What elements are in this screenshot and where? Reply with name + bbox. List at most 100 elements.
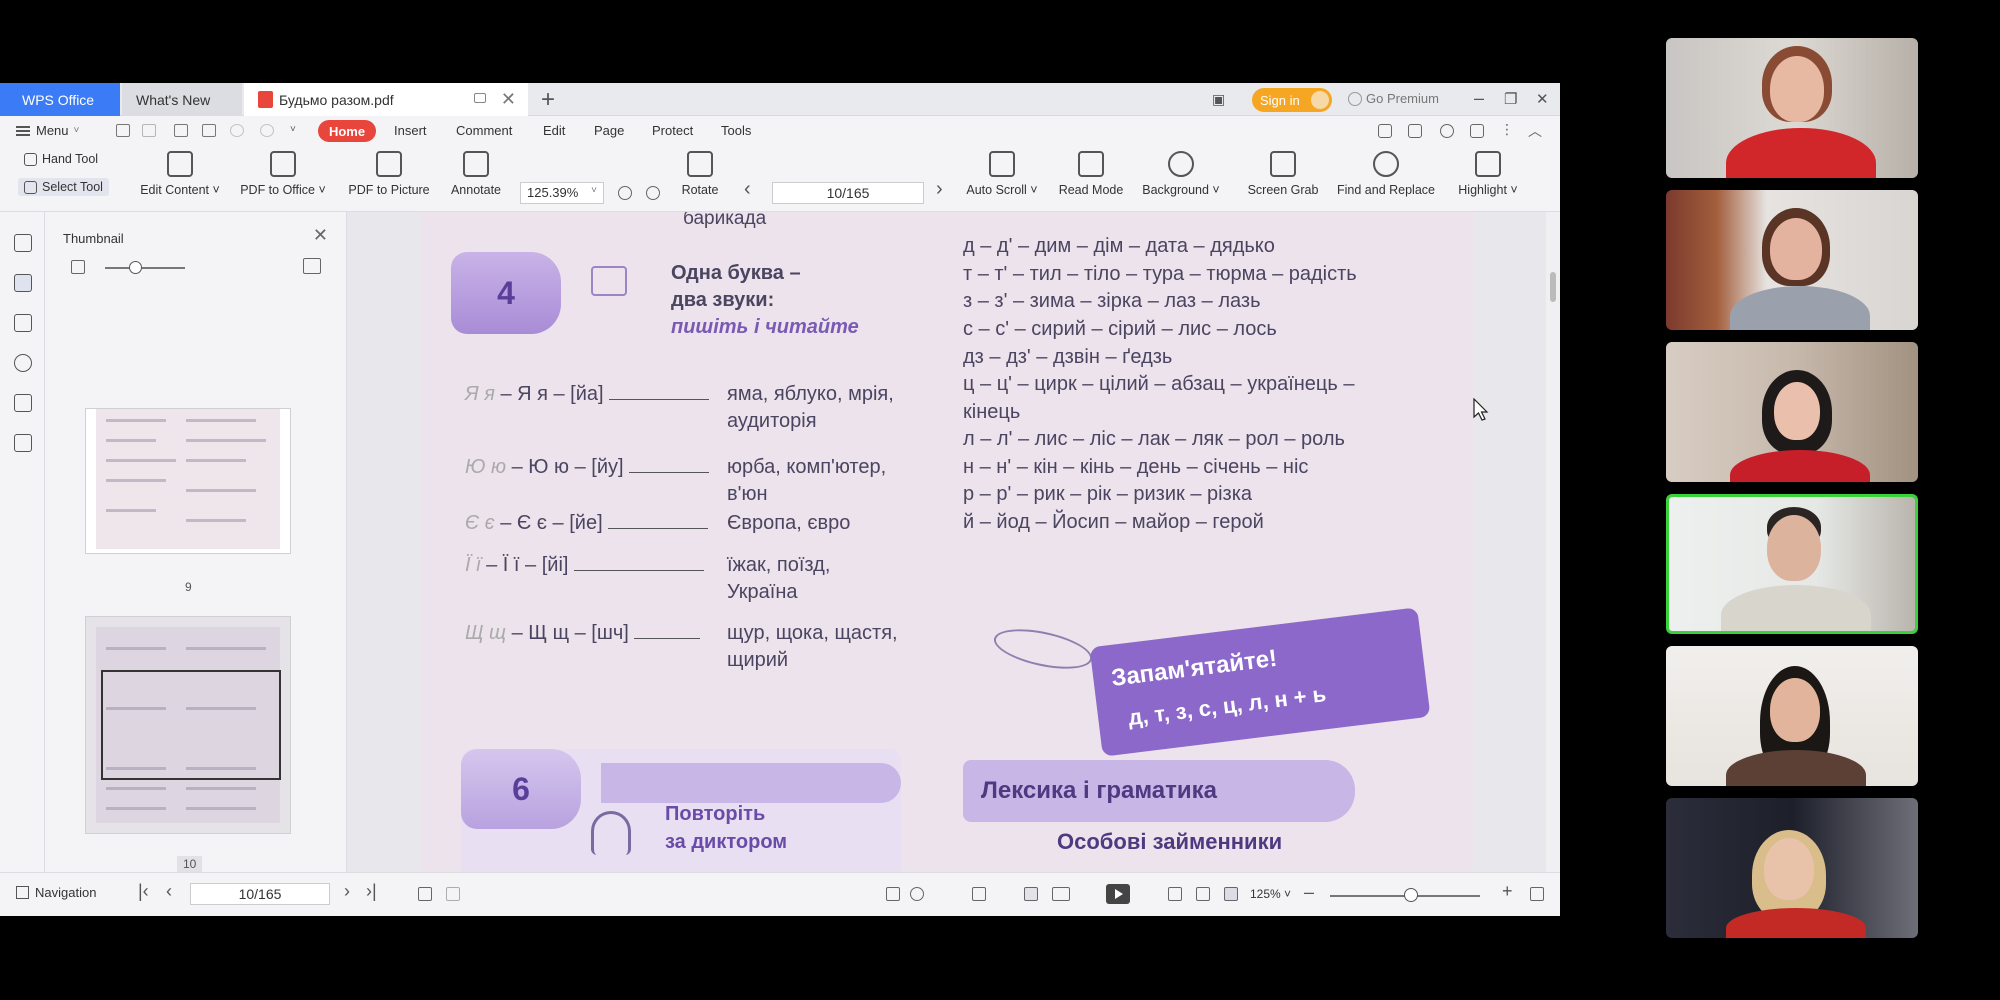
screen-grab-button[interactable]: Screen Grab: [1246, 146, 1320, 212]
upload-icon[interactable]: [1408, 124, 1422, 138]
export-icon[interactable]: [886, 887, 900, 901]
sign-in-button[interactable]: Sign in: [1252, 88, 1332, 112]
fit-width-status-icon[interactable]: [1224, 887, 1238, 901]
status-zoom-select[interactable]: 125% ˅: [1250, 887, 1291, 901]
viewport-indicator[interactable]: [101, 670, 281, 780]
tab-close-icon[interactable]: ✕: [501, 89, 516, 110]
page-number-input[interactable]: 10/165: [772, 182, 924, 204]
hamburger-icon: [16, 125, 30, 136]
collapse-ribbon-icon[interactable]: ︿: [1528, 121, 1542, 139]
zoom-out-icon[interactable]: [618, 186, 632, 200]
zoom-slider-knob[interactable]: [1404, 888, 1418, 902]
read-mode-button[interactable]: Read Mode: [1056, 146, 1126, 212]
tab-whats-new[interactable]: What's New: [122, 83, 242, 116]
zoom-in-button[interactable]: +: [1502, 881, 1513, 902]
tab-document[interactable]: Будьмо разом.pdf ✕: [244, 83, 528, 116]
participant-video-1[interactable]: [1666, 38, 1918, 178]
fit-page-status-icon[interactable]: [1196, 887, 1210, 901]
hand-tool-button[interactable]: Hand Tool: [24, 152, 98, 166]
prev-page-status-button[interactable]: ‹: [166, 881, 172, 902]
maximize-button[interactable]: ❐: [1504, 90, 1517, 108]
small-thumb-icon[interactable]: [71, 260, 85, 274]
scrollbar-thumb[interactable]: [1550, 272, 1556, 302]
status-page-input[interactable]: 10/165: [190, 883, 330, 905]
play-slideshow-button[interactable]: [1106, 884, 1130, 904]
thumbnail-page-10[interactable]: [85, 616, 291, 834]
settings-icon[interactable]: [1440, 124, 1454, 138]
highlight-button[interactable]: Highlight ˅: [1452, 146, 1524, 212]
last-page-button[interactable]: ›|: [366, 881, 377, 902]
actual-size-icon[interactable]: [1168, 887, 1182, 901]
annotate-icon: [463, 151, 489, 177]
edit-content-button[interactable]: Edit Content ˅: [138, 146, 222, 212]
signature-icon[interactable]: [14, 394, 32, 412]
document-canvas[interactable]: барикада 4 Одна буква – два звуки: пишіт…: [347, 212, 1560, 872]
save-icon[interactable]: [142, 124, 156, 137]
fullscreen-icon[interactable]: [1530, 887, 1544, 901]
layers-icon[interactable]: [14, 434, 32, 452]
participant-video-6[interactable]: [1666, 798, 1918, 938]
fit-icon[interactable]: [972, 887, 986, 901]
tab-wps-office[interactable]: WPS Office: [0, 83, 120, 116]
tab-home[interactable]: Home: [318, 120, 376, 142]
large-thumb-icon[interactable]: [303, 258, 321, 274]
first-page-button[interactable]: |‹: [138, 881, 149, 902]
zoom-out-button[interactable]: –: [1304, 882, 1314, 903]
prev-view-icon[interactable]: [418, 887, 432, 901]
participant-video-5[interactable]: [1666, 646, 1918, 786]
eye-protection-icon[interactable]: [910, 887, 924, 901]
navigation-label: Navigation: [35, 885, 97, 900]
single-page-status-icon[interactable]: [1024, 887, 1038, 901]
zoom-in-icon[interactable]: [646, 186, 660, 200]
next-page-button[interactable]: ›: [936, 178, 943, 201]
background-button[interactable]: Background ˅: [1140, 146, 1222, 212]
attachment-icon[interactable]: [14, 354, 32, 372]
quick-access-dropdown-icon[interactable]: ˅: [290, 124, 304, 137]
tab-insert[interactable]: Insert: [394, 123, 427, 138]
annotate-button[interactable]: Annotate: [446, 146, 506, 212]
participant-video-3[interactable]: [1666, 342, 1918, 482]
sidebar-toggle-icon[interactable]: ▣: [1212, 91, 1225, 108]
next-page-status-button[interactable]: ›: [344, 881, 350, 902]
new-tab-button[interactable]: +: [541, 86, 555, 114]
bookmark-icon[interactable]: [14, 234, 32, 252]
pdf-to-office-button[interactable]: PDF to Office ˅: [236, 146, 330, 212]
participant-video-4-active-speaker[interactable]: [1666, 494, 1918, 634]
tab-window-icon[interactable]: [474, 93, 486, 103]
tab-edit[interactable]: Edit: [543, 123, 565, 138]
undo-icon[interactable]: [230, 124, 244, 137]
more-icon[interactable]: ⋮: [1500, 121, 1514, 137]
tab-page[interactable]: Page: [594, 123, 624, 138]
pdf-to-picture-button[interactable]: PDF to Picture: [344, 146, 434, 212]
thumbnail-icon[interactable]: [14, 274, 32, 292]
redo-icon[interactable]: [260, 124, 274, 137]
close-icon[interactable]: ✕: [313, 225, 328, 246]
tab-protect[interactable]: Protect: [652, 123, 693, 138]
select-tool-button[interactable]: Select Tool: [18, 178, 109, 196]
zoom-select[interactable]: 125.39% ˅: [520, 182, 604, 204]
dual-page-status-icon[interactable]: [1052, 887, 1070, 901]
find-replace-button[interactable]: Find and Replace: [1334, 146, 1438, 212]
slider-knob[interactable]: [129, 261, 142, 274]
hand-quick-icon[interactable]: [202, 124, 216, 137]
close-window-button[interactable]: ✕: [1536, 90, 1549, 108]
tab-comment[interactable]: Comment: [456, 123, 512, 138]
navigation-button[interactable]: Navigation: [16, 885, 96, 900]
open-icon[interactable]: [116, 124, 130, 137]
menu-button[interactable]: Menu ˅: [16, 123, 79, 138]
vertical-scrollbar[interactable]: [1546, 212, 1560, 872]
print-icon[interactable]: [174, 124, 188, 137]
next-view-icon[interactable]: [446, 887, 460, 901]
message-icon[interactable]: [1470, 124, 1484, 138]
go-premium-button[interactable]: Go Premium: [1348, 91, 1439, 106]
comment-icon[interactable]: [14, 314, 32, 332]
rotate-button[interactable]: Rotate: [672, 146, 728, 212]
thumbnail-page-9[interactable]: [85, 408, 291, 554]
minimize-button[interactable]: –: [1474, 88, 1484, 109]
tab-tools[interactable]: Tools: [721, 123, 751, 138]
prev-page-button[interactable]: ‹: [744, 178, 751, 201]
share-user-icon[interactable]: [1378, 124, 1392, 138]
auto-scroll-button[interactable]: Auto Scroll ˅: [962, 146, 1042, 212]
participant-video-2[interactable]: [1666, 190, 1918, 330]
thumbnail-size-slider[interactable]: [105, 267, 185, 269]
